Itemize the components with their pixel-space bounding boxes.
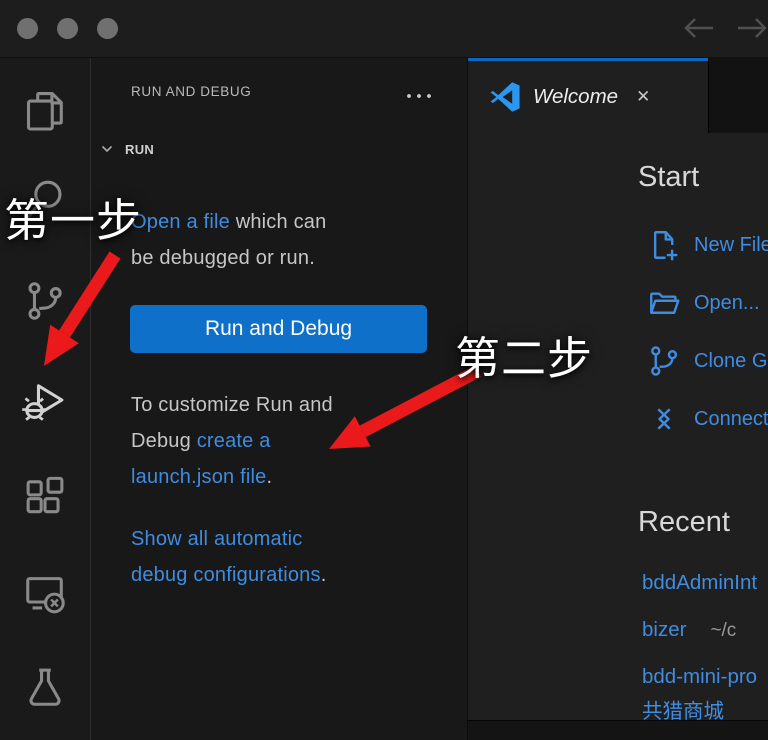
start-item-open[interactable]: Open... — [646, 285, 768, 321]
tab-strip: Welcome ✕ — [468, 58, 768, 133]
files-icon[interactable] — [22, 88, 68, 134]
maximize-window-icon[interactable] — [97, 18, 118, 39]
more-actions-icon[interactable] — [405, 88, 433, 106]
chevron-down-icon — [99, 141, 115, 157]
titlebar — [0, 0, 768, 58]
show-automatic-configs-link[interactable]: debug configurations — [131, 564, 321, 586]
panel-title: RUN AND DEBUG — [131, 84, 251, 99]
tab-welcome[interactable]: Welcome ✕ — [468, 58, 708, 133]
welcome-page: Start New File... Open... — [468, 133, 768, 720]
hint-text: . — [267, 466, 273, 488]
hint-text: Debug — [131, 430, 197, 452]
start-item-connect[interactable]: Connect to... — [646, 401, 768, 437]
nav-back-icon[interactable] — [683, 15, 715, 41]
extensions-icon[interactable] — [22, 473, 68, 519]
run-section-label: RUN — [125, 142, 154, 157]
recent-item[interactable]: bdd-mini-pro — [642, 664, 757, 690]
nav-forward-icon[interactable] — [736, 15, 768, 41]
run-debug-panel: RUN AND DEBUG RUN Open a file which can … — [91, 58, 467, 740]
open-folder-icon — [646, 285, 682, 321]
vscode-logo-icon — [490, 82, 520, 112]
start-heading: Start — [638, 161, 699, 194]
recent-item-path: ~/c — [710, 620, 736, 641]
start-item-clone[interactable]: Clone Git... — [646, 343, 768, 379]
start-item-new-file[interactable]: New File... — [646, 227, 768, 263]
search-icon[interactable] — [22, 177, 68, 223]
hint-text: . — [321, 564, 327, 586]
close-tab-icon[interactable]: ✕ — [636, 87, 650, 107]
show-automatic-configs-link[interactable]: Show all automatic — [131, 528, 302, 550]
close-window-icon[interactable] — [17, 18, 38, 39]
create-launch-json-link[interactable]: create a — [197, 430, 271, 452]
run-debug-icon[interactable] — [22, 377, 68, 423]
run-and-debug-button[interactable]: Run and Debug — [130, 305, 427, 353]
recent-item[interactable]: bddAdminInt — [642, 570, 757, 596]
remote-explorer-icon[interactable] — [22, 570, 68, 616]
recent-item[interactable]: bizer~/c — [642, 617, 736, 644]
minimize-window-icon[interactable] — [57, 18, 78, 39]
editor-area: Welcome ✕ Start New File... — [467, 58, 768, 740]
recent-heading: Recent — [638, 506, 730, 539]
activity-bar — [0, 58, 91, 740]
window-controls — [17, 18, 118, 39]
hint-text: be debugged or run. — [131, 240, 326, 276]
clone-repo-icon — [646, 343, 682, 379]
tab-title: Welcome — [533, 85, 618, 109]
open-file-hint: Open a file which can be debugged or run… — [131, 204, 326, 276]
open-a-file-link[interactable]: Open a file — [131, 211, 230, 233]
hint-text: To customize Run and — [131, 387, 333, 423]
new-file-icon — [646, 227, 682, 263]
editor-bottom-strip — [468, 720, 768, 740]
create-launch-json-link[interactable]: launch.json file — [131, 466, 267, 488]
start-list: New File... Open... Clone Git... — [646, 227, 768, 437]
show-configs-hint: Show all automatic debug configurations. — [131, 521, 326, 593]
hint-text: which can — [230, 211, 327, 233]
customize-hint: To customize Run and Debug create a laun… — [131, 387, 333, 495]
connect-to-icon — [646, 401, 682, 437]
recent-item[interactable]: 共猎商城 — [642, 699, 724, 720]
test-beaker-icon[interactable] — [22, 664, 68, 710]
source-control-icon[interactable] — [22, 278, 68, 324]
run-section-header[interactable]: RUN — [99, 141, 154, 157]
vscode-window: RUN AND DEBUG RUN Open a file which can … — [0, 0, 768, 740]
